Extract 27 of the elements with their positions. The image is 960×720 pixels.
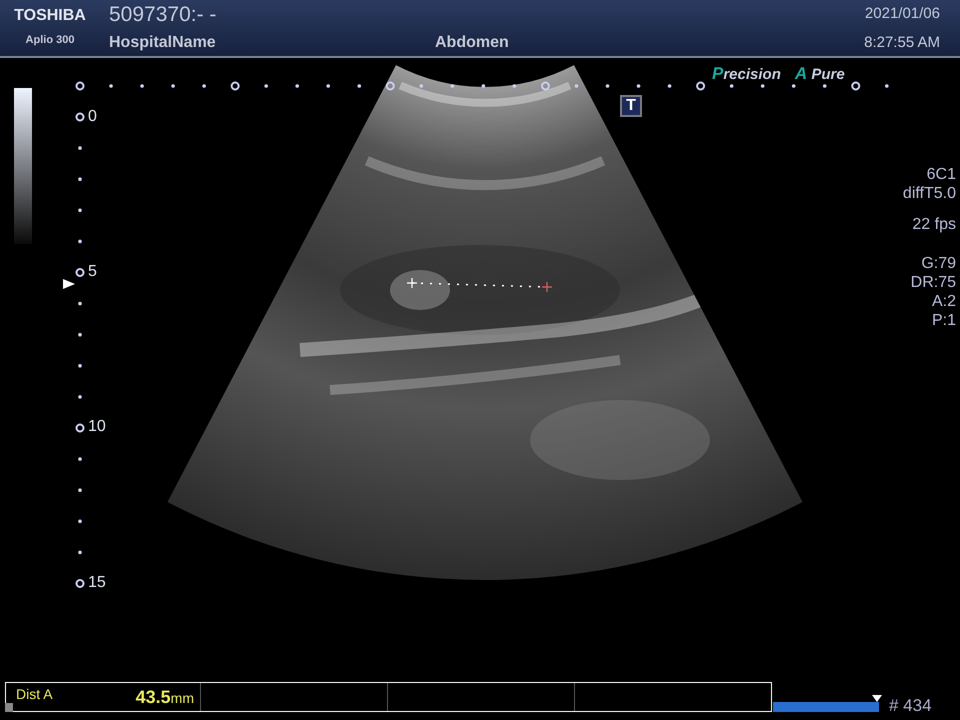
exam-time: 8:27:55 AM — [864, 33, 940, 53]
imaging-parameter: 22 fps — [912, 215, 956, 234]
depth-label: 10 — [88, 418, 106, 436]
imaging-parameter: DR:75 — [910, 273, 956, 292]
focus-marker-icon — [63, 279, 75, 289]
measurement-value: 43.5mm — [136, 686, 194, 709]
imaging-parameter: P:1 — [932, 311, 956, 330]
imaging-parameter: 6C1 — [926, 165, 956, 184]
depth-label: 5 — [88, 263, 97, 281]
measurement-label: Dist A — [16, 685, 53, 704]
exam-type: Abdomen — [435, 33, 509, 53]
feature-logo: A Pure — [794, 63, 845, 85]
playhead-icon — [872, 695, 882, 702]
model-name: Aplio 300 — [26, 33, 74, 47]
hospital-name: HospitalName — [109, 33, 217, 53]
exam-date: 2021/01/06 — [864, 4, 940, 24]
imaging-parameter: G:79 — [921, 254, 956, 273]
marker-badge: T — [620, 95, 642, 117]
feature-logo: Precision — [712, 63, 781, 85]
depth-label: 15 — [88, 574, 106, 592]
imaging-parameter: A:2 — [932, 292, 956, 311]
brand-logo: TOSHIBA — [14, 6, 86, 26]
depth-label: 0 — [88, 108, 97, 126]
panel-corner-icon — [5, 703, 13, 712]
frame-number: # 434 — [889, 696, 932, 716]
patient-id: 5097370:- - — [109, 2, 218, 28]
imaging-parameter: diffT5.0 — [902, 184, 956, 203]
